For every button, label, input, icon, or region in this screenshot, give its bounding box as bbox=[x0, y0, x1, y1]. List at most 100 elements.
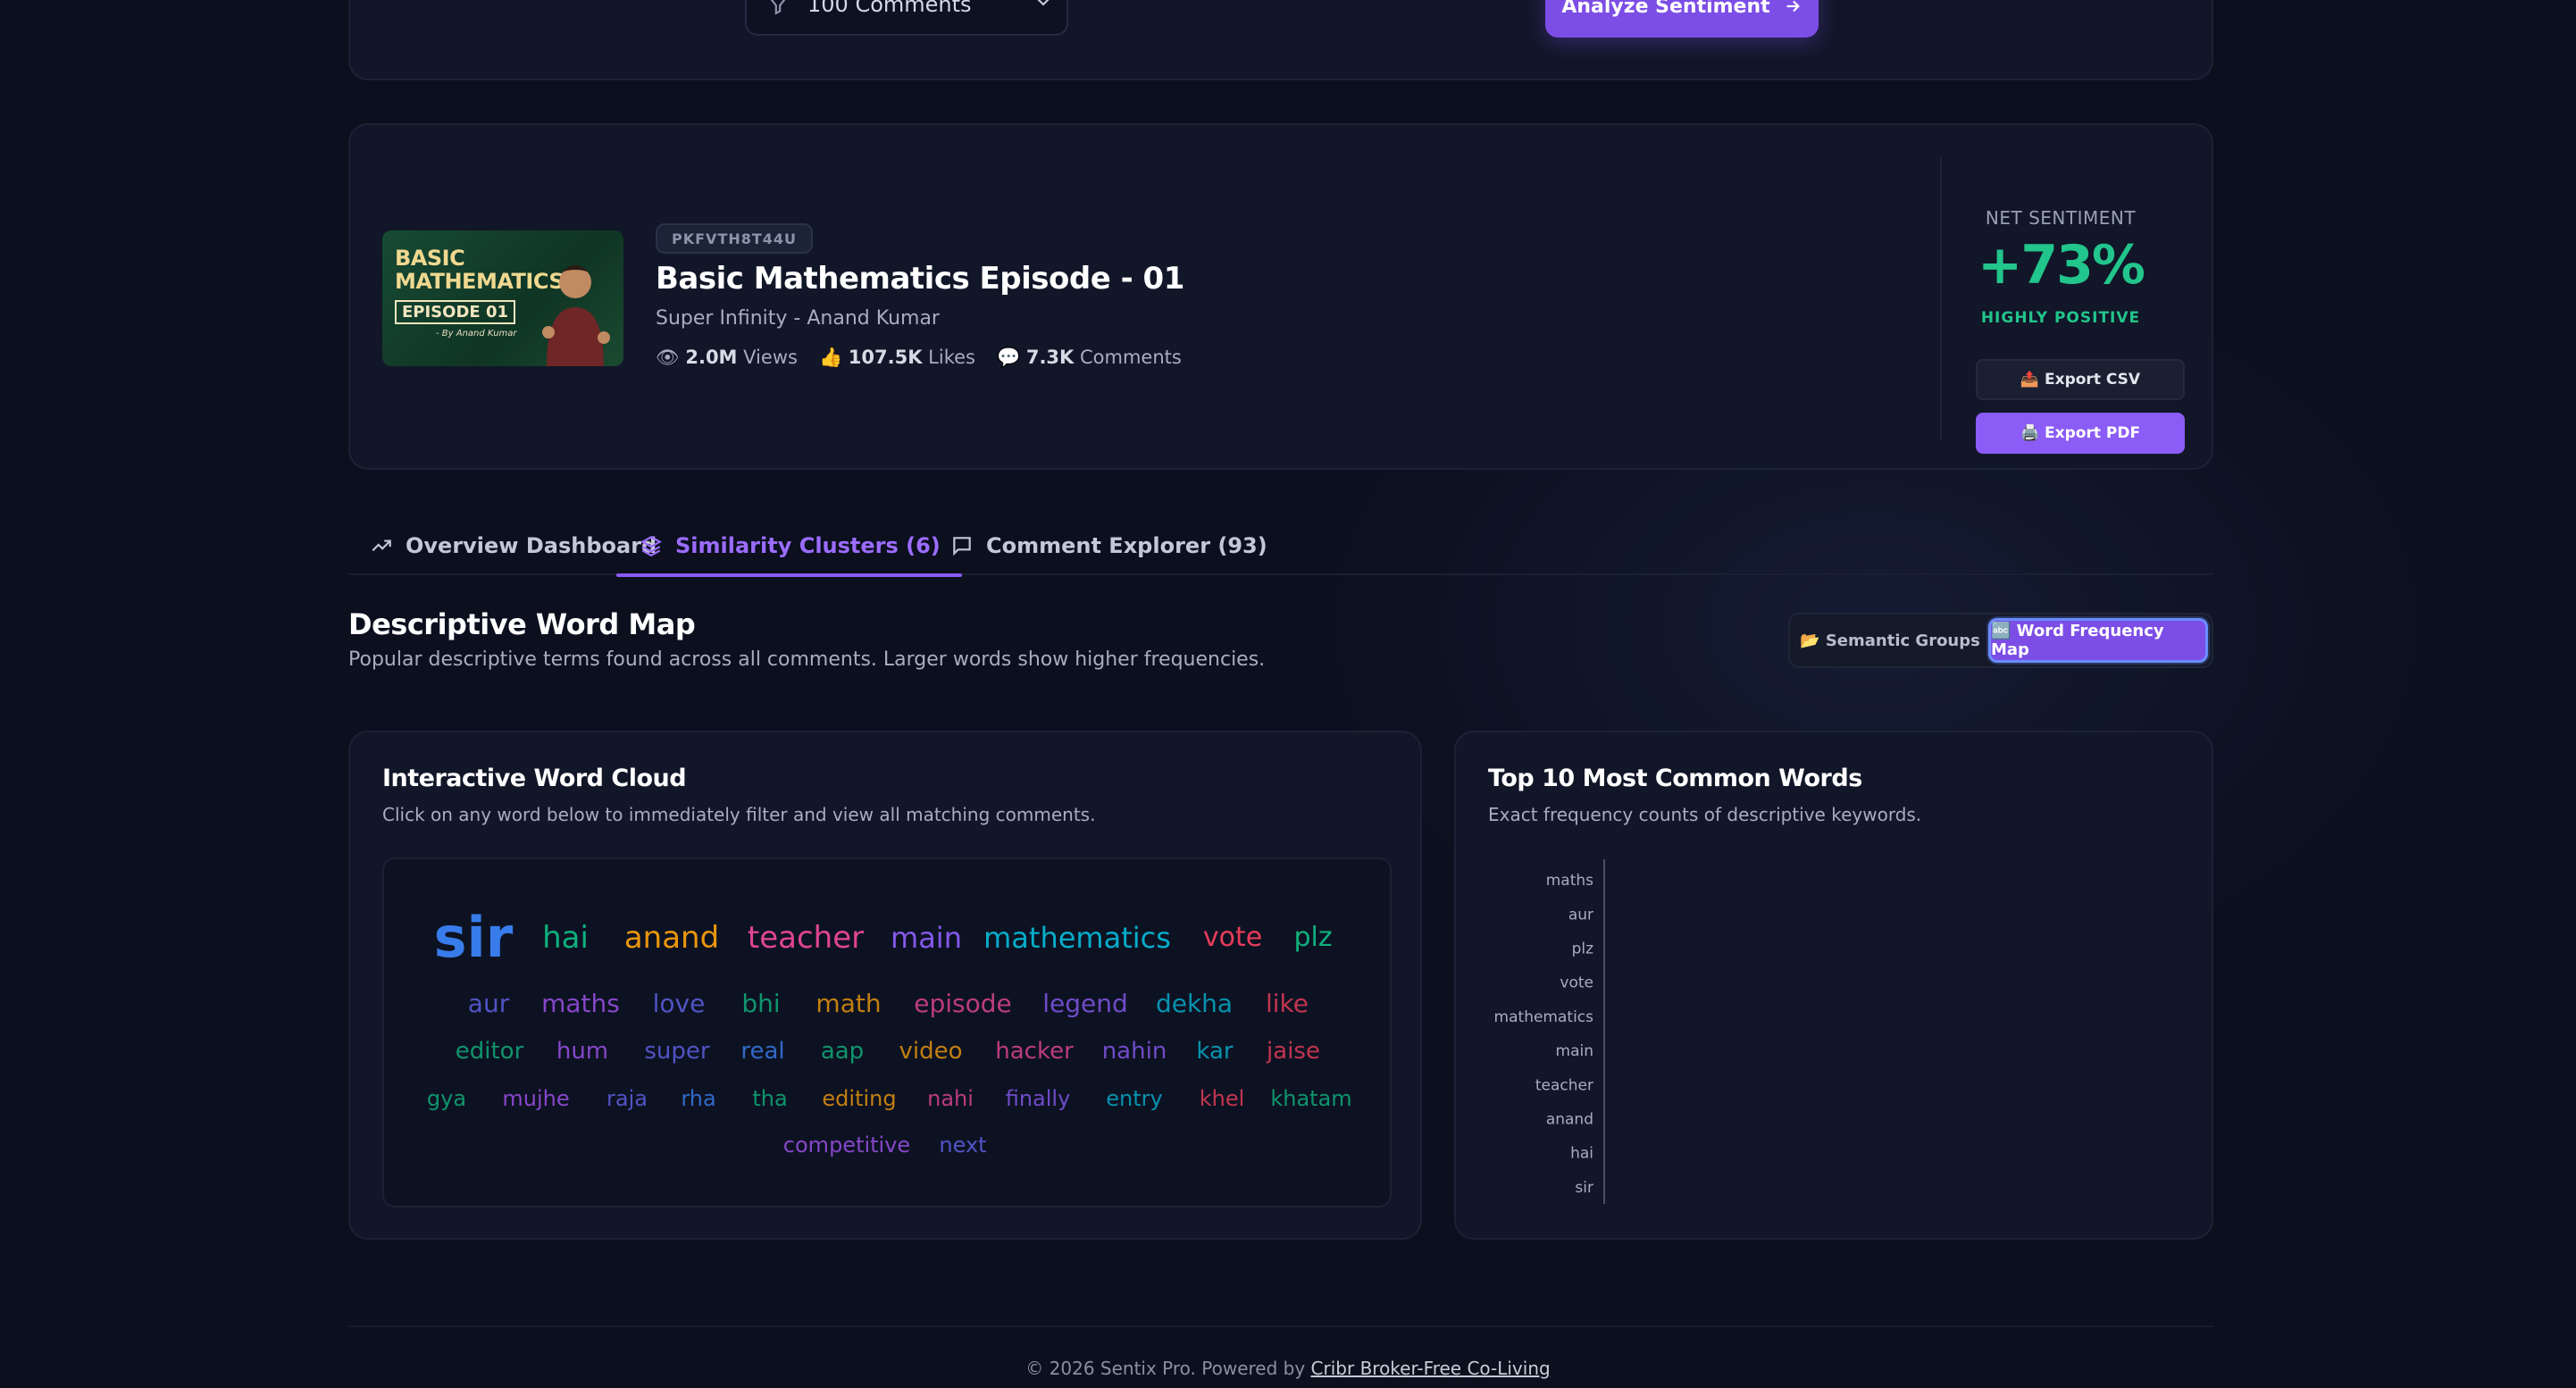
views-label: Views bbox=[743, 347, 798, 368]
word-cloud-word-dekha[interactable]: dekha bbox=[1156, 989, 1233, 1018]
word-cloud-word-hacker[interactable]: hacker bbox=[995, 1038, 1074, 1065]
sentiment-panel: NET SENTIMENT +73% HIGHLY POSITIVE 📤 Exp… bbox=[1940, 157, 2185, 454]
eye-icon: 👁 bbox=[656, 347, 680, 368]
thumbs-up-icon: 👍 bbox=[818, 347, 843, 368]
trending-up-icon bbox=[372, 539, 391, 552]
video-id-badge: PKFVTH8T44U bbox=[656, 223, 814, 254]
word-cloud-word-editor[interactable]: editor bbox=[456, 1038, 524, 1065]
word-cloud-word-episode[interactable]: episode bbox=[914, 989, 1012, 1018]
net-sentiment-value: +73% bbox=[1978, 234, 2145, 297]
word-cloud-word-mathematics[interactable]: mathematics bbox=[983, 921, 1171, 955]
semantic-groups-button[interactable]: 📂 Semantic Groups bbox=[1795, 618, 1985, 663]
tick-label-main: main bbox=[1556, 1042, 1593, 1060]
comments-label: Comments bbox=[1080, 347, 1182, 368]
views-stat: 👁 2.0M Views bbox=[656, 347, 798, 369]
word-cloud-word-finally[interactable]: finally bbox=[1006, 1086, 1071, 1111]
word-cloud-word-main[interactable]: main bbox=[891, 921, 962, 955]
word-cloud-word-entry[interactable]: entry bbox=[1106, 1086, 1162, 1111]
tick-label-aur: aur bbox=[1568, 906, 1593, 924]
top-words-bar-chart: maths aur plz vote mathematics main teacher ana… bbox=[1494, 859, 1605, 1204]
word-cloud-word-rha[interactable]: rha bbox=[681, 1086, 715, 1111]
word-cloud-word-khel[interactable]: khel bbox=[1200, 1086, 1245, 1111]
footer-divider bbox=[348, 1325, 2213, 1327]
word-cloud-word-love[interactable]: love bbox=[653, 989, 706, 1018]
word-cloud-word-hai[interactable]: hai bbox=[542, 920, 589, 956]
comments-stat: 💬 7.3K Comments bbox=[997, 347, 1182, 369]
word-cloud-word-mujhe[interactable]: mujhe bbox=[502, 1086, 569, 1111]
word-cloud-word-math[interactable]: math bbox=[815, 989, 881, 1018]
arrow-right-icon bbox=[1786, 0, 1800, 13]
presenter-image bbox=[542, 265, 610, 366]
likes-stat: 👍 107.5K Likes bbox=[819, 347, 975, 369]
tab-clusters-label: Similarity Clusters (6) bbox=[675, 533, 941, 558]
tick-label-hai: hai bbox=[1570, 1145, 1593, 1163]
word-cloud-word-editing[interactable]: editing bbox=[822, 1086, 896, 1111]
tick-label-teacher: teacher bbox=[1535, 1076, 1593, 1094]
word-cloud: sir hai anand teacher main mathematics vote plz… bbox=[382, 857, 1392, 1208]
tab-similarity-clusters[interactable]: Similarity Clusters (6) bbox=[616, 516, 962, 577]
word-cloud-word-vote[interactable]: vote bbox=[1203, 922, 1262, 953]
video-info-card: BASIC MATHEMATICS EPISODE 01 - By Anand … bbox=[348, 123, 2213, 470]
word-cloud-word-next[interactable]: next bbox=[939, 1133, 986, 1158]
word-cloud-title: Interactive Word Cloud bbox=[382, 765, 687, 792]
word-cloud-word-teacher[interactable]: teacher bbox=[748, 920, 864, 956]
export-pdf-button[interactable]: 🖨️ Export PDF bbox=[1976, 413, 2185, 454]
sentiment-description: HIGHLY POSITIVE bbox=[1980, 309, 2141, 327]
word-cloud-word-aap[interactable]: aap bbox=[821, 1038, 864, 1065]
views-value: 2.0M bbox=[685, 347, 738, 368]
thumbnail-byline: - By Anand Kumar bbox=[436, 329, 517, 339]
tick-label-maths: maths bbox=[1546, 872, 1593, 890]
word-cloud-word-jaise[interactable]: jaise bbox=[1267, 1038, 1320, 1065]
tab-explorer-label: Comment Explorer (93) bbox=[986, 533, 1267, 558]
word-cloud-word-nahin[interactable]: nahin bbox=[1102, 1038, 1167, 1065]
footer-link[interactable]: Cribr Broker-Free Co-Living bbox=[1311, 1358, 1551, 1379]
word-cloud-word-sir[interactable]: sir bbox=[434, 905, 514, 970]
comment-count-select[interactable]: 100 Comments bbox=[745, 0, 1068, 36]
comment-icon bbox=[953, 537, 971, 556]
word-cloud-word-tha[interactable]: tha bbox=[752, 1086, 787, 1111]
word-cloud-word-like[interactable]: like bbox=[1266, 989, 1309, 1018]
tab-overview-dashboard[interactable]: Overview Dashboard bbox=[370, 516, 657, 575]
word-cloud-word-anand[interactable]: anand bbox=[624, 920, 719, 956]
tick-label-mathematics: mathematics bbox=[1494, 1008, 1594, 1026]
tick-label-anand: anand bbox=[1546, 1111, 1593, 1129]
word-cloud-word-raja[interactable]: raja bbox=[606, 1086, 648, 1111]
word-cloud-word-hum[interactable]: hum bbox=[556, 1038, 608, 1065]
word-cloud-word-bhi[interactable]: bhi bbox=[741, 989, 780, 1018]
footer-text: © 2026 Sentix Pro. Powered by bbox=[1025, 1358, 1311, 1379]
filter-icon bbox=[770, 0, 786, 15]
tick-label-sir: sir bbox=[1575, 1179, 1593, 1197]
word-cloud-word-legend[interactable]: legend bbox=[1042, 989, 1128, 1018]
word-cloud-word-kar[interactable]: kar bbox=[1196, 1038, 1233, 1065]
footer: © 2026 Sentix Pro. Powered by Cribr Brok… bbox=[0, 1358, 2576, 1379]
comments-value: 7.3K bbox=[1025, 347, 1075, 368]
top-words-description: Exact frequency counts of descriptive ke… bbox=[1488, 804, 1922, 825]
likes-value: 107.5K bbox=[848, 347, 923, 368]
thumbnail-episode-badge: EPISODE 01 bbox=[395, 300, 516, 324]
export-csv-button[interactable]: 📤 Export CSV bbox=[1976, 359, 2185, 400]
word-cloud-word-plz[interactable]: plz bbox=[1293, 922, 1332, 953]
word-cloud-word-super[interactable]: super bbox=[644, 1038, 709, 1065]
word-cloud-word-video[interactable]: video bbox=[899, 1038, 962, 1065]
video-thumbnail: BASIC MATHEMATICS EPISODE 01 - By Anand … bbox=[382, 230, 623, 366]
word-frequency-map-button[interactable]: 🔤 Word Frequency Map bbox=[1988, 618, 2208, 663]
thumbnail-line-1: BASIC bbox=[395, 246, 465, 271]
word-cloud-word-maths[interactable]: maths bbox=[541, 989, 620, 1018]
word-cloud-card: Interactive Word Cloud Click on any word… bbox=[348, 731, 1422, 1240]
word-cloud-word-gya[interactable]: gya bbox=[427, 1086, 466, 1111]
thumbnail-line-2: MATHEMATICS bbox=[395, 269, 565, 294]
tab-overview-label: Overview Dashboard bbox=[406, 533, 657, 558]
thumbnail-title: BASIC MATHEMATICS bbox=[395, 246, 565, 294]
tick-label-plz: plz bbox=[1572, 941, 1594, 958]
tab-comment-explorer[interactable]: Comment Explorer (93) bbox=[950, 516, 1267, 575]
analyze-sentiment-button[interactable]: Analyze Sentiment bbox=[1545, 0, 1819, 38]
word-cloud-word-nahi[interactable]: nahi bbox=[927, 1086, 974, 1111]
section-title: Descriptive Word Map bbox=[348, 607, 696, 641]
word-cloud-word-khatam[interactable]: khatam bbox=[1270, 1086, 1351, 1111]
word-cloud-word-aur[interactable]: aur bbox=[468, 989, 509, 1018]
net-sentiment-label: NET SENTIMENT bbox=[1985, 207, 2137, 229]
word-cloud-word-real[interactable]: real bbox=[740, 1038, 784, 1065]
video-channel: Super Infinity - Anand Kumar bbox=[656, 307, 940, 330]
word-cloud-word-competitive[interactable]: competitive bbox=[783, 1133, 910, 1158]
analyze-sentiment-label: Analyze Sentiment bbox=[1561, 0, 1770, 18]
